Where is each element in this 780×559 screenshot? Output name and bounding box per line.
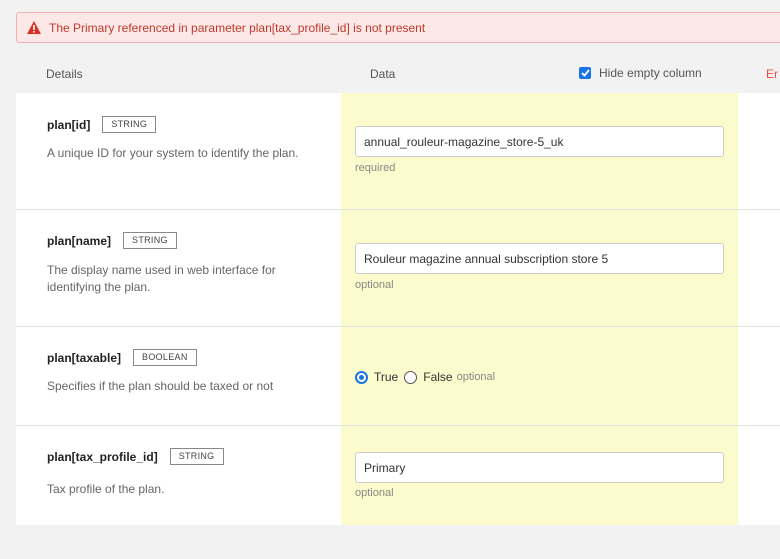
column-header-details: Details <box>46 67 83 81</box>
radio-true[interactable] <box>355 370 368 384</box>
param-hint: optional <box>355 487 394 499</box>
plan-id-input[interactable]: annual_rouleur-magazine_store-5_uk <box>355 126 724 157</box>
plan-name-input[interactable]: Rouleur magazine annual subscription sto… <box>355 243 724 274</box>
param-description: A unique ID for your system to identify … <box>47 146 299 160</box>
tax-profile-id-input[interactable]: Primary <box>355 452 724 483</box>
param-row-plan-tax-profile-id: plan[tax_profile_id] STRING Tax profile … <box>16 426 780 525</box>
type-badge: STRING <box>123 232 177 249</box>
param-description: The display name used in web interface f… <box>47 263 276 294</box>
param-row-plan-id: plan[id] STRING A unique ID for your sys… <box>16 93 780 210</box>
param-hint: optional <box>456 371 496 383</box>
checkbox-checked-icon[interactable] <box>579 67 591 79</box>
type-badge: BOOLEAN <box>133 349 197 366</box>
type-badge: STRING <box>102 116 157 133</box>
taxable-radio-group: True False optional <box>355 370 495 384</box>
radio-false-label[interactable]: False <box>423 370 452 384</box>
warning-triangle-icon <box>27 21 41 34</box>
param-name: plan[taxable] BOOLEAN <box>47 349 197 366</box>
param-hint: required <box>355 162 396 174</box>
param-description: Specifies if the plan should be taxed or… <box>47 379 274 393</box>
param-hint: optional <box>355 279 394 291</box>
param-name: plan[name] STRING <box>47 232 177 249</box>
type-badge: STRING <box>169 448 224 465</box>
column-header-data: Data <box>370 67 396 81</box>
radio-true-label[interactable]: True <box>374 370 398 384</box>
param-name: plan[id] STRING <box>47 116 157 133</box>
params-table: plan[id] STRING A unique ID for your sys… <box>16 93 780 525</box>
hide-empty-label: Hide empty column <box>599 66 702 80</box>
alert-message: The Primary referenced in parameter plan… <box>49 20 426 35</box>
param-row-plan-taxable: plan[taxable] BOOLEAN Specifies if the p… <box>16 327 780 426</box>
column-header-errors: Er <box>766 67 778 81</box>
param-description: Tax profile of the plan. <box>47 482 165 496</box>
error-alert: The Primary referenced in parameter plan… <box>16 12 780 43</box>
radio-false[interactable] <box>404 370 418 384</box>
param-row-plan-name: plan[name] STRING The display name used … <box>16 210 780 327</box>
param-name: plan[tax_profile_id] STRING <box>47 448 224 465</box>
hide-empty-toggle[interactable]: Hide empty column <box>579 66 702 80</box>
